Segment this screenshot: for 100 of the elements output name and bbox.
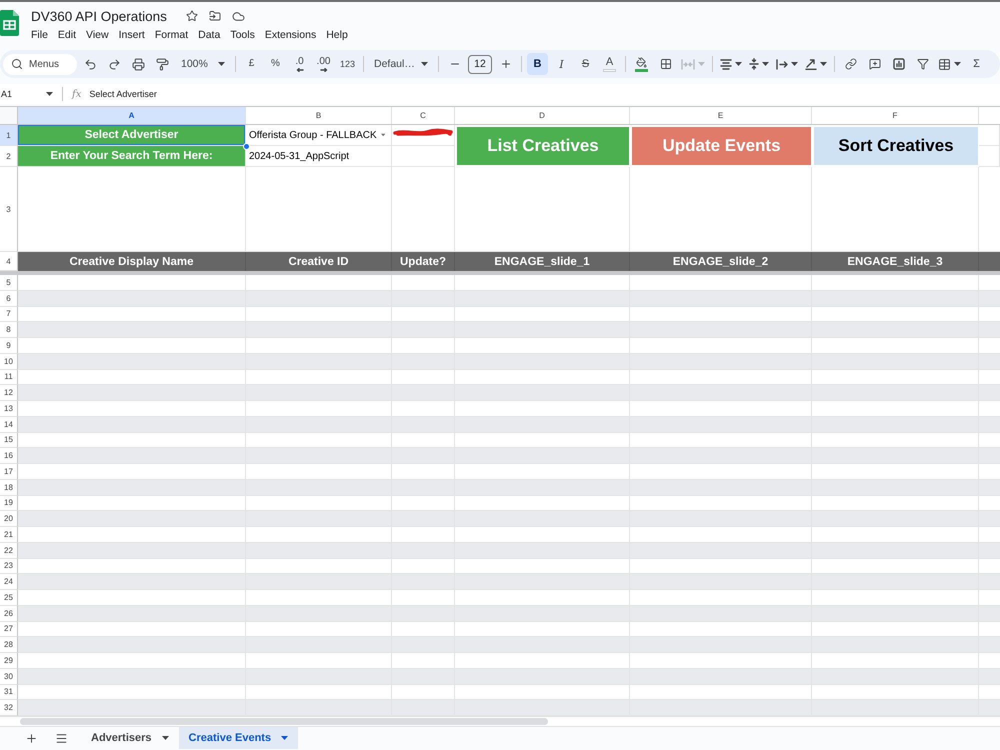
table-icon [938, 58, 951, 70]
row-header[interactable]: 28 [0, 637, 18, 653]
fx-label: fx [72, 88, 82, 100]
decrease-decimals-button[interactable]: .0 [289, 53, 310, 75]
row-header[interactable]: 2 [0, 146, 18, 167]
text-color-button[interactable]: A [599, 53, 620, 75]
row-header[interactable]: 24 [0, 574, 18, 590]
sheet-tab[interactable]: Creative Events [178, 727, 298, 749]
row-header[interactable]: 18 [0, 480, 18, 496]
menu-item[interactable]: Tools [230, 29, 255, 41]
menu-item[interactable]: Data [198, 29, 220, 41]
caret-icon [791, 62, 798, 66]
printer-icon [132, 58, 145, 70]
row-header[interactable]: 23 [0, 558, 18, 574]
row-header[interactable]: 32 [0, 700, 18, 716]
table-cell[interactable]: 2024-05-31_AppScript [246, 146, 392, 167]
swatch-icon [635, 68, 648, 72]
menu-item[interactable]: Help [326, 29, 348, 41]
row-header[interactable]: 14 [0, 416, 18, 432]
row-header[interactable]: 7 [0, 306, 18, 322]
strikethrough-button[interactable]: S [575, 53, 596, 75]
row-header[interactable]: 27 [0, 622, 18, 638]
redo-icon [108, 58, 121, 70]
caret-icon [698, 62, 705, 66]
sheet-tab[interactable]: Advertisers [81, 727, 179, 749]
more-formats-button[interactable]: 123 [337, 53, 358, 75]
text-rotation-icon [805, 58, 817, 70]
name-box[interactable]: A1 [0, 84, 58, 104]
row-header[interactable]: 20 [0, 511, 18, 527]
vertical-align-icon [749, 58, 759, 70]
star-icon[interactable] [186, 10, 198, 22]
merge-icon [681, 58, 695, 70]
caret-icon [735, 62, 742, 66]
spreadsheet-logo-icon[interactable] [0, 10, 19, 36]
menu-item[interactable]: Extensions [264, 29, 316, 41]
table-cell: Select Advertiser [18, 125, 246, 146]
arrow-right-icon [320, 68, 328, 72]
menu-icon [54, 732, 68, 744]
search-box[interactable]: Menus [3, 54, 77, 74]
italic-button[interactable]: I [551, 53, 572, 75]
row-header[interactable]: 8 [0, 322, 18, 338]
caret-icon [421, 62, 428, 66]
menu-item[interactable]: File [31, 29, 48, 41]
plus-icon [500, 58, 512, 70]
caret-icon [762, 62, 769, 66]
document-title[interactable]: DV360 API Operations [31, 8, 167, 24]
menu-item[interactable]: Format [154, 29, 188, 41]
link-icon [844, 58, 856, 70]
currency-button[interactable]: £ [241, 53, 262, 75]
swatch-icon [603, 68, 616, 72]
arrow-left-icon [296, 68, 304, 72]
search-icon [11, 58, 23, 70]
comment-icon [868, 58, 880, 70]
horizontal-scrollbar[interactable] [20, 718, 548, 725]
zoom-dropdown[interactable]: 100% [176, 53, 230, 75]
row-header[interactable]: 10 [0, 354, 18, 370]
row-header[interactable]: 4 [0, 252, 18, 271]
caret-icon [46, 92, 53, 96]
plus-icon [24, 732, 38, 744]
row-header[interactable]: 30 [0, 668, 18, 684]
borders-icon [660, 58, 672, 70]
percent-button[interactable]: % [265, 53, 286, 75]
menu-item[interactable]: View [86, 29, 109, 41]
menu-item[interactable]: Edit [58, 29, 76, 41]
undo-icon [84, 58, 97, 70]
column-header[interactable]: A [18, 107, 246, 124]
paint-roller-icon [156, 58, 169, 70]
font-size-field[interactable]: 12 [468, 54, 492, 74]
folder-icon[interactable] [208, 10, 221, 22]
paint-bucket-icon [636, 56, 647, 68]
menu-item[interactable]: Insert [118, 29, 145, 41]
chart-icon [892, 58, 904, 70]
cloud-icon[interactable] [232, 10, 245, 22]
filter-icon [916, 58, 928, 70]
row-header[interactable]: 22 [0, 542, 18, 558]
action-button[interactable]: Sort Creatives [814, 127, 978, 165]
bold-button[interactable]: B [527, 53, 548, 75]
row-header[interactable]: 11 [0, 370, 18, 386]
increase-decimals-button[interactable]: .00 [313, 53, 334, 75]
caret-icon [380, 133, 385, 137]
row-header[interactable]: 19 [0, 496, 18, 512]
row-header[interactable]: 1 [0, 125, 18, 146]
search-input[interactable]: Menus [29, 58, 69, 70]
scribble-icon [393, 128, 453, 137]
caret-icon [820, 62, 827, 66]
wrap-icon [776, 58, 788, 70]
row-header[interactable]: 31 [0, 684, 18, 700]
caret-icon [218, 62, 225, 66]
row-header[interactable]: 16 [0, 448, 18, 464]
font-dropdown[interactable]: Defaul… [369, 53, 433, 75]
formula-field[interactable]: Select Advertiser [89, 89, 165, 99]
align-center-icon [720, 58, 732, 70]
caret-icon [162, 736, 169, 740]
caret-icon [281, 736, 288, 740]
row-header[interactable]: 12 [0, 385, 18, 401]
row-header[interactable]: 6 [0, 290, 18, 306]
row-header[interactable]: 26 [0, 606, 18, 622]
table-cell: Enter Your Search Term Here: [18, 146, 246, 167]
row-header[interactable]: 15 [0, 432, 18, 448]
functions-button[interactable]: Σ [966, 53, 987, 75]
